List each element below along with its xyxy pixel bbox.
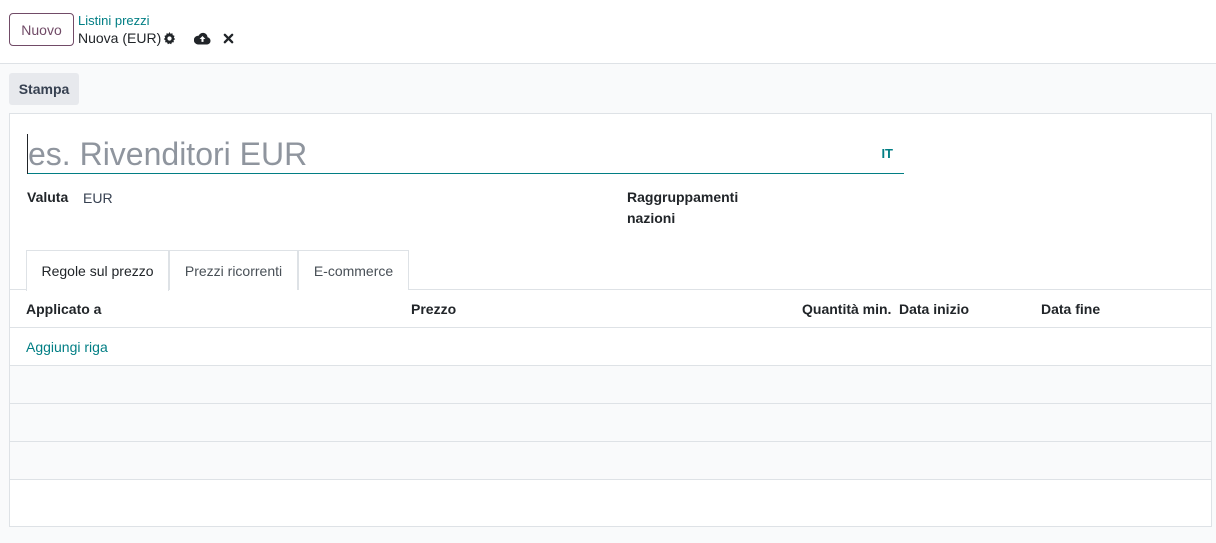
tab-price-rules[interactable]: Regole sul prezzo [26,250,169,291]
form-sheet: IT Valuta EUR Raggruppamenti nazioni Reg… [9,113,1212,527]
close-icon[interactable] [221,30,235,47]
breadcrumb-current: Nuova (EUR) [78,30,162,46]
table-row [10,366,1211,404]
column-date-start[interactable]: Data inizio [899,290,969,328]
tab-recurring-prices[interactable]: Prezzi ricorrenti [169,250,298,290]
new-button[interactable]: Nuovo [9,13,74,46]
breadcrumb-link-pricelists[interactable]: Listini prezzi [78,13,150,29]
control-panel: Nuovo Listini prezzi Nuova (EUR) [0,0,1216,64]
table-row [10,442,1211,480]
column-min-quantity[interactable]: Quantità min. [802,290,891,328]
add-line-link[interactable]: Aggiungi riga [26,328,108,366]
print-button[interactable]: Stampa [9,73,79,105]
action-bar: Stampa [0,64,1216,112]
cloud-upload-icon[interactable] [193,30,211,47]
table-header: Applicato a Prezzo Quantità min. Data in… [10,290,1211,328]
add-line-row: Aggiungi riga [10,328,1211,366]
country-groups-label-line1: Raggruppamenti [627,189,739,205]
currency-value[interactable]: EUR [83,188,113,209]
column-date-end[interactable]: Data fine [1041,290,1100,328]
gear-icon[interactable] [161,30,177,47]
currency-label: Valuta [27,189,69,205]
tab-ecommerce[interactable]: E-commerce [298,250,409,290]
pricelist-name-input[interactable] [27,134,867,174]
column-price[interactable]: Prezzo [411,290,456,328]
table-row [10,404,1211,442]
notebook-tabs: Regole sul prezzo Prezzi ricorrenti E-co… [10,250,1211,291]
column-applied-on[interactable]: Applicato a [26,290,101,328]
language-button[interactable]: IT [881,146,893,161]
country-groups-label-line2: nazioni [627,210,676,226]
country-groups-label: Raggruppamenti nazioni [627,187,738,229]
pricelist-name-field: IT [27,134,904,174]
